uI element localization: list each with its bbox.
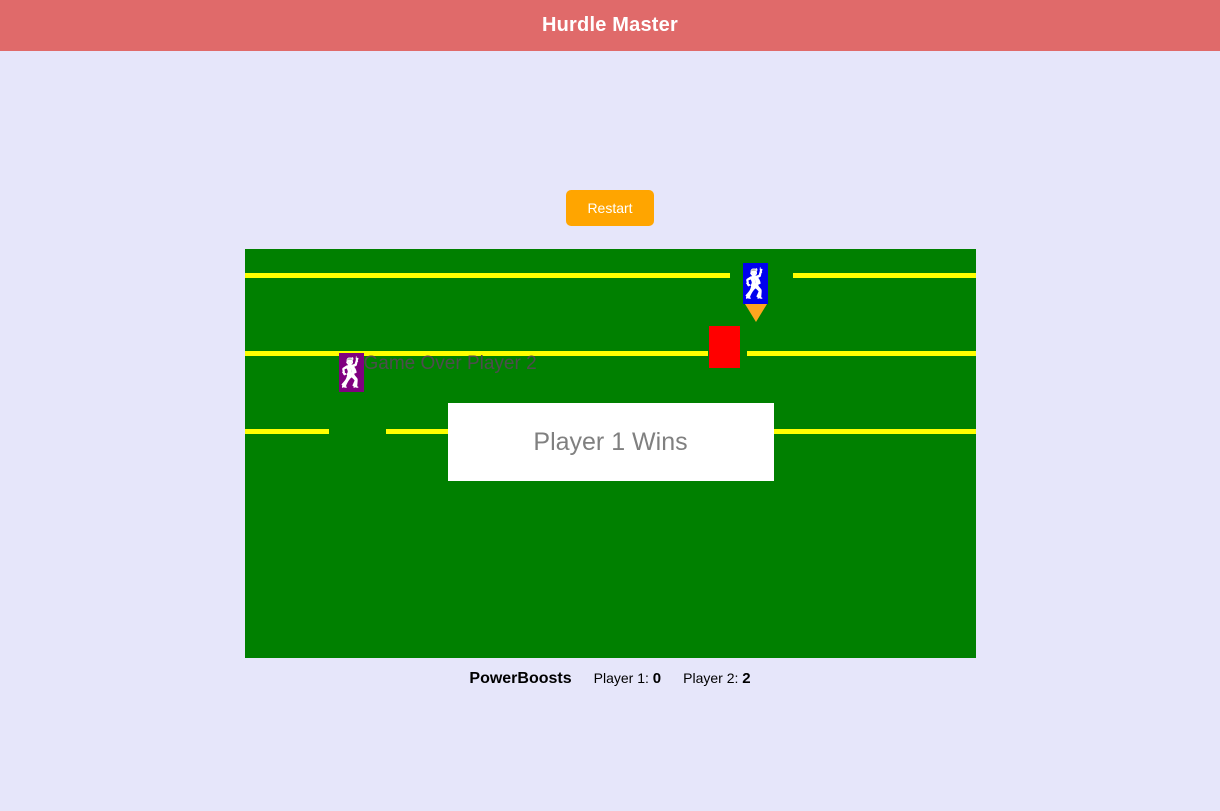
- score-entry-player-1: Player 1: 0: [594, 670, 661, 687]
- score-label: Player 2:: [683, 670, 739, 686]
- score-entry-player-2: Player 2: 2: [683, 670, 750, 687]
- player-1-token[interactable]: 🕺: [742, 263, 768, 304]
- player-figure-icon: 🕺: [338, 356, 364, 388]
- lane-line: [244, 429, 329, 434]
- game-field[interactable]: 🕺 🕺 Game Over Player 2 Player 1 Wins: [244, 249, 976, 658]
- obstacle-block: [708, 326, 740, 368]
- power-boost-marker-icon: [744, 304, 767, 322]
- score-value: 2: [742, 670, 751, 687]
- lane-line: [746, 351, 976, 356]
- restart-button[interactable]: Restart: [566, 190, 654, 226]
- scoreboard-title: PowerBoosts: [469, 670, 572, 687]
- win-overlay: Player 1 Wins: [447, 403, 774, 481]
- game-wrapper: Restart 🕺 🕺 Game Over Player 2 Player 1 …: [0, 51, 1220, 688]
- player-2-token[interactable]: 🕺: [338, 353, 364, 392]
- score-label: Player 1:: [593, 670, 649, 686]
- lane-line: [792, 273, 976, 278]
- app-header: Hurdle Master: [0, 0, 1220, 51]
- player-figure-icon: 🕺: [742, 267, 768, 299]
- score-value: 0: [652, 670, 662, 687]
- lane-line: [244, 273, 730, 278]
- lane-line: [772, 429, 976, 434]
- scoreboard: PowerBoosts Player 1: 0 Player 2: 2: [469, 670, 750, 688]
- page-title: Hurdle Master: [542, 14, 678, 36]
- game-over-message: Game Over Player 2: [363, 353, 537, 374]
- win-message: Player 1 Wins: [533, 427, 688, 456]
